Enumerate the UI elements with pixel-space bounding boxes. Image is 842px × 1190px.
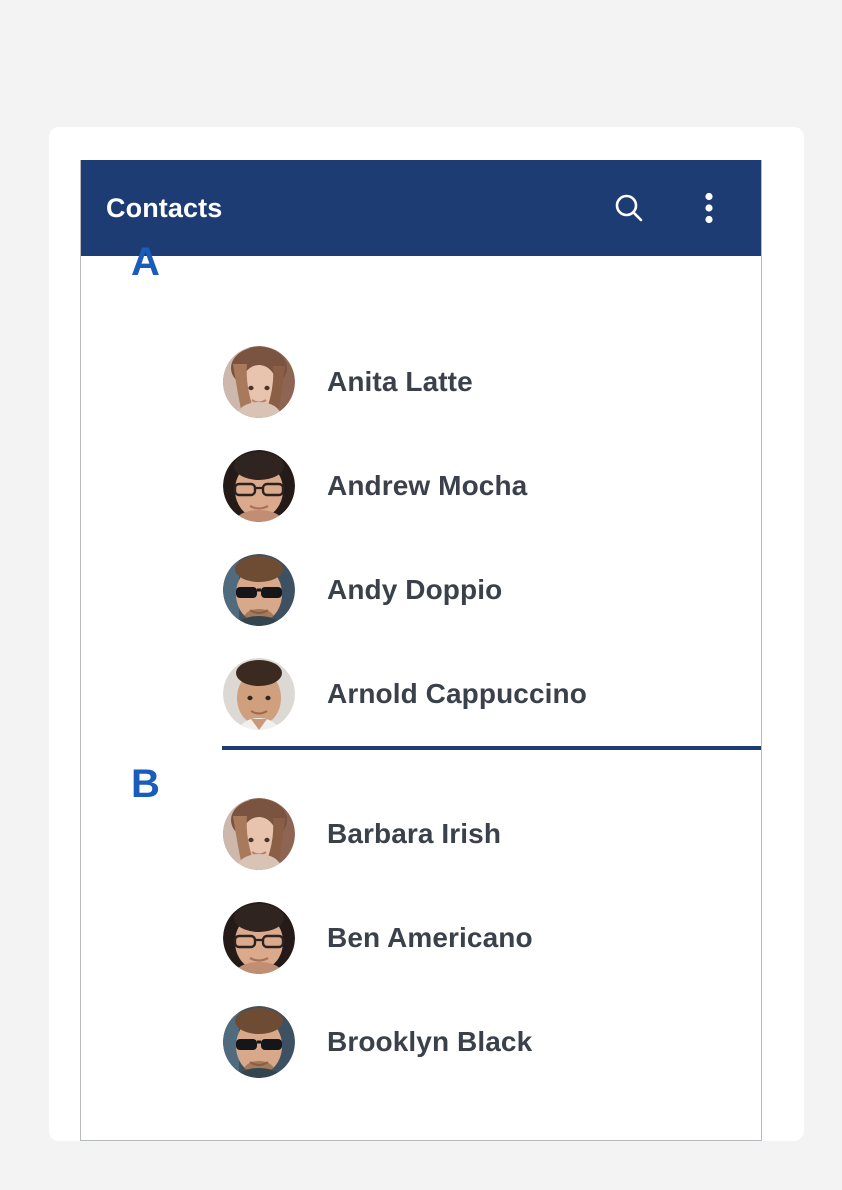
page-root: Contacts A Anita Latte Andrew Mocha Andy… xyxy=(0,0,842,1190)
contact-list-b: Barbara Irish Ben Americano Brooklyn Bla… xyxy=(81,746,761,1094)
avatar xyxy=(223,658,295,730)
avatar xyxy=(223,798,295,870)
avatar xyxy=(223,346,295,418)
overflow-menu-icon xyxy=(704,191,714,225)
section-header-letter-b: B xyxy=(131,762,160,806)
list-item[interactable]: Brooklyn Black xyxy=(81,990,761,1094)
contact-name: Arnold Cappuccino xyxy=(327,678,587,709)
overflow-menu-button[interactable] xyxy=(685,184,733,232)
page-title: Contacts xyxy=(106,192,223,223)
search-button[interactable] xyxy=(605,184,653,232)
contact-section-b: B Barbara Irish Ben Americano Brooklyn B… xyxy=(81,746,761,1094)
contact-section-a: A Anita Latte Andrew Mocha Andy Doppio A… xyxy=(81,242,761,746)
contact-name: Andrew Mocha xyxy=(327,470,528,501)
avatar xyxy=(223,902,295,974)
list-item[interactable]: Arnold Cappuccino xyxy=(81,642,761,746)
list-item[interactable]: Andrew Mocha xyxy=(81,434,761,538)
list-item[interactable]: Anita Latte xyxy=(81,330,761,434)
avatar xyxy=(223,554,295,626)
avatar xyxy=(223,1006,295,1078)
list-item[interactable]: Barbara Irish xyxy=(81,782,761,886)
app-bar-actions xyxy=(605,184,733,232)
contacts-list-body: A Anita Latte Andrew Mocha Andy Doppio A… xyxy=(81,242,761,1140)
search-icon xyxy=(612,191,646,225)
contact-name: Anita Latte xyxy=(327,366,473,397)
section-header-letter-a: A xyxy=(131,240,160,284)
section-divider xyxy=(222,746,761,750)
contacts-panel: Contacts A Anita Latte Andrew Mocha Andy… xyxy=(80,160,762,1141)
contact-name: Barbara Irish xyxy=(327,818,502,849)
contact-name: Andy Doppio xyxy=(327,574,503,605)
list-item[interactable]: Ben Americano xyxy=(81,886,761,990)
contact-name: Ben Americano xyxy=(327,922,533,953)
contact-list-a: Anita Latte Andrew Mocha Andy Doppio Arn… xyxy=(81,330,761,746)
avatar xyxy=(223,450,295,522)
contact-name: Brooklyn Black xyxy=(327,1026,533,1057)
app-bar: Contacts xyxy=(81,160,761,256)
list-item[interactable]: Andy Doppio xyxy=(81,538,761,642)
